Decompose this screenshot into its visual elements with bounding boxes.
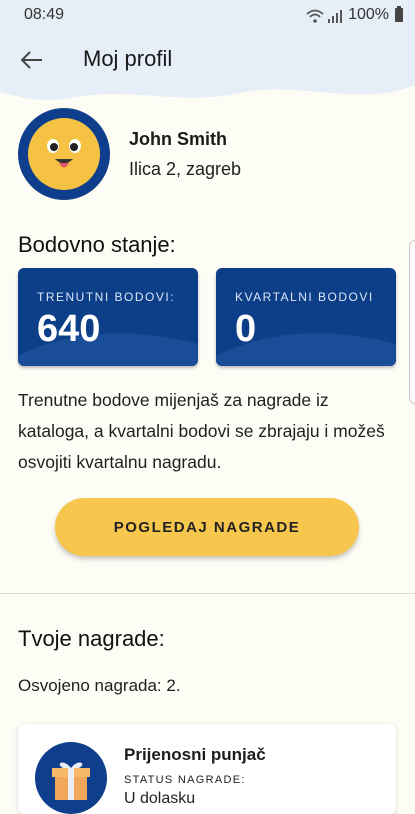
- arrow-left-icon: [21, 51, 42, 69]
- points-description: Trenutne bodove mijenjaš za nagrade iz k…: [18, 390, 385, 472]
- user-name: John Smith: [129, 129, 227, 149]
- quarterly-points-card: KVARTALNI BODOVI 0: [216, 268, 396, 366]
- edge-panel-handle[interactable]: [409, 240, 415, 404]
- view-rewards-button[interactable]: POGLEDAJ NAGRADE: [55, 498, 359, 556]
- rewards-won-count: Osvojeno nagrada: 2.: [18, 676, 181, 695]
- reward-icon: [35, 742, 107, 814]
- reward-name: Prijenosni punjač: [124, 745, 266, 764]
- page-title: Moj profil: [83, 46, 173, 71]
- gift-icon: [52, 762, 90, 800]
- quarterly-points-value: 0: [235, 308, 257, 350]
- quarterly-points-label: KVARTALNI BODOVI: [235, 290, 374, 304]
- section-divider: [0, 593, 415, 594]
- status-bar: 08:49 100%: [0, 0, 415, 30]
- back-button[interactable]: [14, 44, 50, 76]
- current-points-value: 640: [37, 308, 101, 350]
- smiley-face-icon: [28, 118, 100, 190]
- points-section-title: Bodovno stanje:: [18, 232, 176, 257]
- reward-status-label: STATUS NAGRADE:: [124, 774, 246, 786]
- battery-icon: [395, 6, 403, 22]
- current-points-label: TRENUTNI BODOVI:: [37, 290, 176, 304]
- reward-status: U dolasku: [124, 790, 196, 807]
- battery-percent: 100%: [348, 6, 389, 23]
- current-points-card: TRENUTNI BODOVI: 640: [18, 268, 198, 366]
- reward-card[interactable]: Prijenosni punjač STATUS NAGRADE: U dola…: [18, 724, 396, 814]
- avatar: [18, 108, 110, 200]
- signal-icon: [328, 9, 343, 23]
- status-time: 08:49: [24, 6, 65, 23]
- rewards-section-title: Tvoje nagrade:: [18, 626, 165, 651]
- wifi-icon: [306, 9, 324, 23]
- user-address: Ilica 2, zagreb: [129, 159, 242, 179]
